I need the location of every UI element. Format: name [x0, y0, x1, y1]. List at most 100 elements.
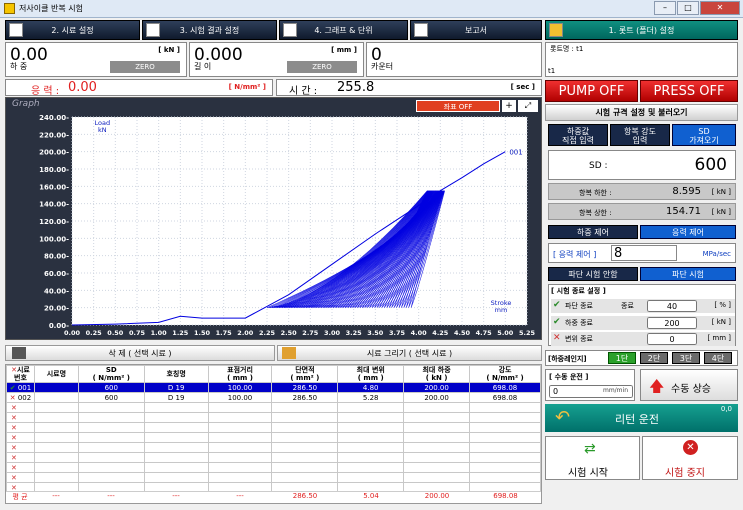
yield-low-unit: [ kN ] [711, 188, 731, 196]
length-zero-button[interactable]: ZERO [287, 61, 357, 73]
range-3-button[interactable]: 3단 [672, 352, 700, 364]
table-row-empty[interactable]: ✕ [6, 462, 541, 473]
table-cell [337, 442, 405, 453]
load-label: 하 중 [10, 62, 28, 71]
table-cell [337, 422, 405, 433]
minimize-button[interactable]: – [654, 1, 676, 15]
table-cell [403, 432, 471, 443]
zoom-fit-button[interactable]: ⤢ [518, 100, 538, 112]
tab-report[interactable]: 보고서 [410, 20, 542, 40]
col-header: 표점거리 ( mm ) [207, 365, 273, 383]
table-row-empty[interactable]: ✕ [6, 452, 541, 463]
range-1-button[interactable]: 1단 [608, 352, 636, 364]
table-row[interactable]: ✔ 001 600 D 19 100.00 286.50 4.80 200.00… [6, 382, 541, 393]
avg-cell: 698.08 [493, 492, 518, 500]
range-label: [하중레인지] [548, 355, 587, 363]
sd-import-button[interactable]: SD 가져오기 [672, 124, 736, 146]
stop-test-button[interactable]: ✕ 시험 중지 [642, 436, 738, 480]
range-2-button[interactable]: 2단 [640, 352, 668, 364]
avg-cell: 5.04 [363, 492, 379, 500]
table-cell [207, 452, 273, 463]
stress-rate-input[interactable] [611, 245, 677, 261]
table-row-empty[interactable]: ✕ [6, 412, 541, 423]
x-tick-label: 5.25 [519, 329, 536, 337]
x-tick-label: 4.25 [432, 329, 449, 337]
manual-up-button[interactable]: 🡅 수동 상승 [640, 369, 738, 401]
direct-load-input-button[interactable]: 하중값 직접 입력 [548, 124, 608, 146]
counter-label: 카운터 [371, 62, 394, 71]
table-row-empty[interactable]: ✕ [6, 432, 541, 443]
rule-title: 시험 규격 설정 및 불러오기 [545, 104, 738, 121]
pump-off-button[interactable]: PUMP OFF [545, 80, 638, 102]
return-label: 리턴 운전 [615, 413, 659, 426]
table-cell [403, 472, 471, 483]
x-tick-label: 4.75 [476, 329, 493, 337]
zoom-in-button[interactable]: + [502, 100, 516, 112]
stroke-end-input[interactable] [647, 333, 697, 345]
load-zero-button[interactable]: ZERO [110, 61, 180, 73]
load-end-input[interactable] [647, 317, 697, 329]
table-cell [337, 452, 405, 463]
table-row[interactable]: ✕ 002 600 D 19 100.00 286.50 5.28 200.00… [6, 392, 541, 403]
fracture-test-button[interactable]: 파단 시험 [640, 267, 736, 281]
stress-control-button[interactable]: 응력 제어 [640, 225, 736, 239]
col-header: 최대 변위 ( mm ) [337, 365, 405, 383]
return-arrow-icon: ↶ [555, 407, 571, 428]
delete-sample-button[interactable]: 삭 제 ( 선택 시료 ) [5, 345, 275, 361]
avg-cell: 286.50 [292, 492, 318, 500]
table-cell [271, 422, 339, 433]
no-fracture-test-button[interactable]: 파단 시험 안함 [548, 267, 638, 281]
table-row-empty[interactable]: ✕ [6, 402, 541, 413]
col-header: 시료명 [33, 365, 79, 383]
table-cell [337, 462, 405, 473]
stroke-end-row[interactable]: ✕ 변위 종료 [ mm ] [551, 332, 735, 346]
counter-display: 0 카운터 [366, 42, 542, 77]
end-row-label: 변위 종료 [565, 335, 593, 343]
x-tick-label: 3.50 [367, 329, 384, 337]
coord-toggle-button[interactable]: 좌표 OFF [416, 100, 500, 112]
table-cell [207, 432, 273, 443]
x-tick-label: 2.00 [237, 329, 254, 337]
return-value: 0,0 [720, 405, 732, 413]
return-run-button[interactable]: ↶ 리턴 운전 0,0 [545, 404, 738, 432]
table-cell: ✕ [6, 402, 35, 413]
y-tick-label: 40.00- [44, 287, 69, 295]
yield-strength-input-button[interactable]: 항복 강도 입력 [610, 124, 670, 146]
y-axis-label: kN [98, 126, 107, 134]
x-tick-label: 1.25 [172, 329, 189, 337]
end-row-unit: [ kN ] [711, 318, 731, 326]
avg-cell: --- [52, 492, 60, 500]
fracture-end-row[interactable]: ✔ 파단 종료 종료 [ % ] [551, 299, 735, 313]
table-row-empty[interactable]: ✕ [6, 442, 541, 453]
tab-graph-units[interactable]: 4. 그래프 & 단위 [279, 20, 408, 40]
col-header: ✕시료 번호 [6, 365, 35, 383]
close-button[interactable]: ✕ [700, 1, 740, 15]
x-tick-label: 3.00 [324, 329, 341, 337]
table-cell [469, 442, 541, 453]
table-cell [207, 442, 273, 453]
end-settings-title: [ 시험 종료 설정 ] [551, 287, 606, 295]
y-tick-label: 160.00- [39, 183, 69, 191]
load-end-row[interactable]: ✔ 하중 종료 [ kN ] [551, 316, 735, 330]
tab-lot-settings[interactable]: 1. 롯트 (폴더) 설정 [545, 20, 738, 40]
table-cell [33, 472, 79, 483]
table-cell [143, 442, 209, 453]
table-cell [77, 402, 145, 413]
maximize-button[interactable]: □ [677, 1, 699, 15]
table-row-empty[interactable]: ✕ [6, 472, 541, 483]
stress-label: 응 력 : [31, 86, 60, 97]
load-control-button[interactable]: 하중 제어 [548, 225, 638, 239]
fracture-end-input[interactable] [647, 300, 697, 312]
range-4-button[interactable]: 4단 [704, 352, 732, 364]
draw-sample-button[interactable]: 시료 그리기 ( 선택 시료 ) [277, 345, 542, 361]
start-test-button[interactable]: ⇄ 시험 시작 [545, 436, 640, 480]
table-cell [469, 432, 541, 443]
table-row-empty[interactable]: ✕ [6, 422, 541, 433]
graph-title: Graph [12, 99, 40, 109]
tab-result-settings[interactable]: 3. 시험 결과 설정 [142, 20, 277, 40]
check-icon: ✔ [553, 317, 561, 327]
table-cell [207, 422, 273, 433]
table-cell [337, 472, 405, 483]
tab-sample-settings[interactable]: 2. 시료 설정 [5, 20, 140, 40]
press-off-button[interactable]: PRESS OFF [640, 80, 738, 102]
